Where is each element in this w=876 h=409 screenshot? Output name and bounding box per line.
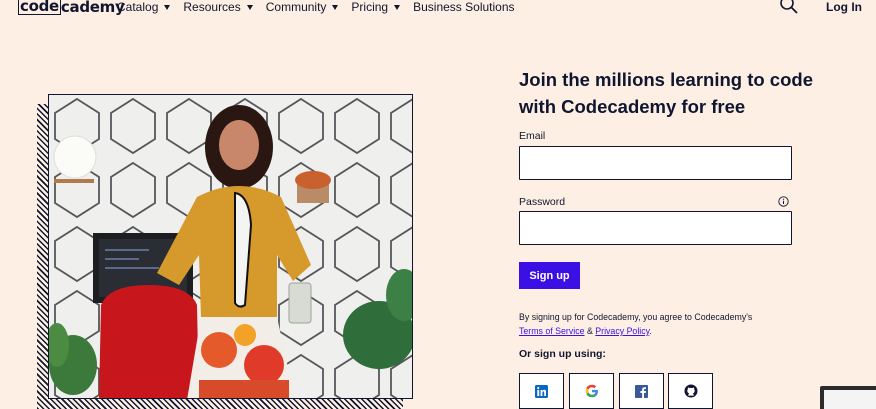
chevron-down-icon — [164, 4, 171, 10]
terms-and: & — [584, 326, 596, 336]
nav-item-business-solutions[interactable]: Business Solutions — [413, 0, 514, 14]
nav-menu: Catalog Resources Community Pricing Busi… — [117, 0, 515, 14]
password-field[interactable] — [519, 211, 792, 245]
laptop-thumbnail — [820, 386, 876, 409]
chevron-down-icon — [332, 4, 339, 10]
top-nav: code cademy Catalog Resources Community P… — [0, 0, 876, 16]
nav-item-label: Community — [265, 0, 327, 14]
terms-suffix: . — [649, 326, 652, 336]
github-icon — [684, 384, 697, 398]
nav-item-label: Business Solutions — [413, 0, 515, 14]
hero-photo — [48, 94, 413, 399]
nav-item-label: Pricing — [351, 0, 389, 14]
privacy-policy-link[interactable]: Privacy Policy — [595, 326, 649, 336]
nav-item-pricing[interactable]: Pricing — [351, 0, 401, 14]
linkedin-icon — [535, 384, 548, 398]
nav-item-label: Catalog — [117, 0, 159, 14]
google-icon — [585, 384, 598, 398]
facebook-icon — [635, 384, 648, 398]
nav-item-label: Resources — [183, 0, 241, 14]
linkedin-button[interactable] — [519, 373, 564, 409]
nav-item-resources[interactable]: Resources — [183, 0, 253, 14]
search-icon[interactable] — [779, 0, 799, 16]
logo-cademy: cademy — [60, 0, 125, 16]
google-button[interactable] — [569, 373, 614, 409]
codecademy-logo[interactable]: code cademy — [18, 0, 125, 16]
info-icon[interactable] — [778, 196, 789, 207]
terms-prefix: By signing up for Codecademy, you agree … — [519, 312, 753, 322]
password-label: Password — [519, 196, 566, 208]
terms-of-service-link[interactable]: Terms of Service — [519, 326, 585, 336]
email-field[interactable] — [519, 146, 792, 180]
chevron-down-icon — [394, 4, 401, 10]
signup-button[interactable]: Sign up — [519, 262, 580, 289]
laptop-screen — [824, 390, 876, 409]
logo-code: code — [18, 0, 61, 15]
login-link[interactable]: Log In — [826, 0, 862, 14]
terms-text: By signing up for Codecademy, you agree … — [519, 310, 779, 338]
nav-item-community[interactable]: Community — [266, 0, 339, 14]
facebook-button[interactable] — [619, 373, 664, 409]
nav-item-catalog[interactable]: Catalog — [117, 0, 171, 14]
chevron-down-icon — [246, 4, 253, 10]
or-signup-label: Or sign up using: — [519, 348, 606, 360]
hero-illustration — [49, 95, 412, 398]
email-label: Email — [519, 130, 546, 142]
github-button[interactable] — [668, 373, 713, 409]
signup-heading: Join the millions learning to code with … — [519, 69, 813, 117]
